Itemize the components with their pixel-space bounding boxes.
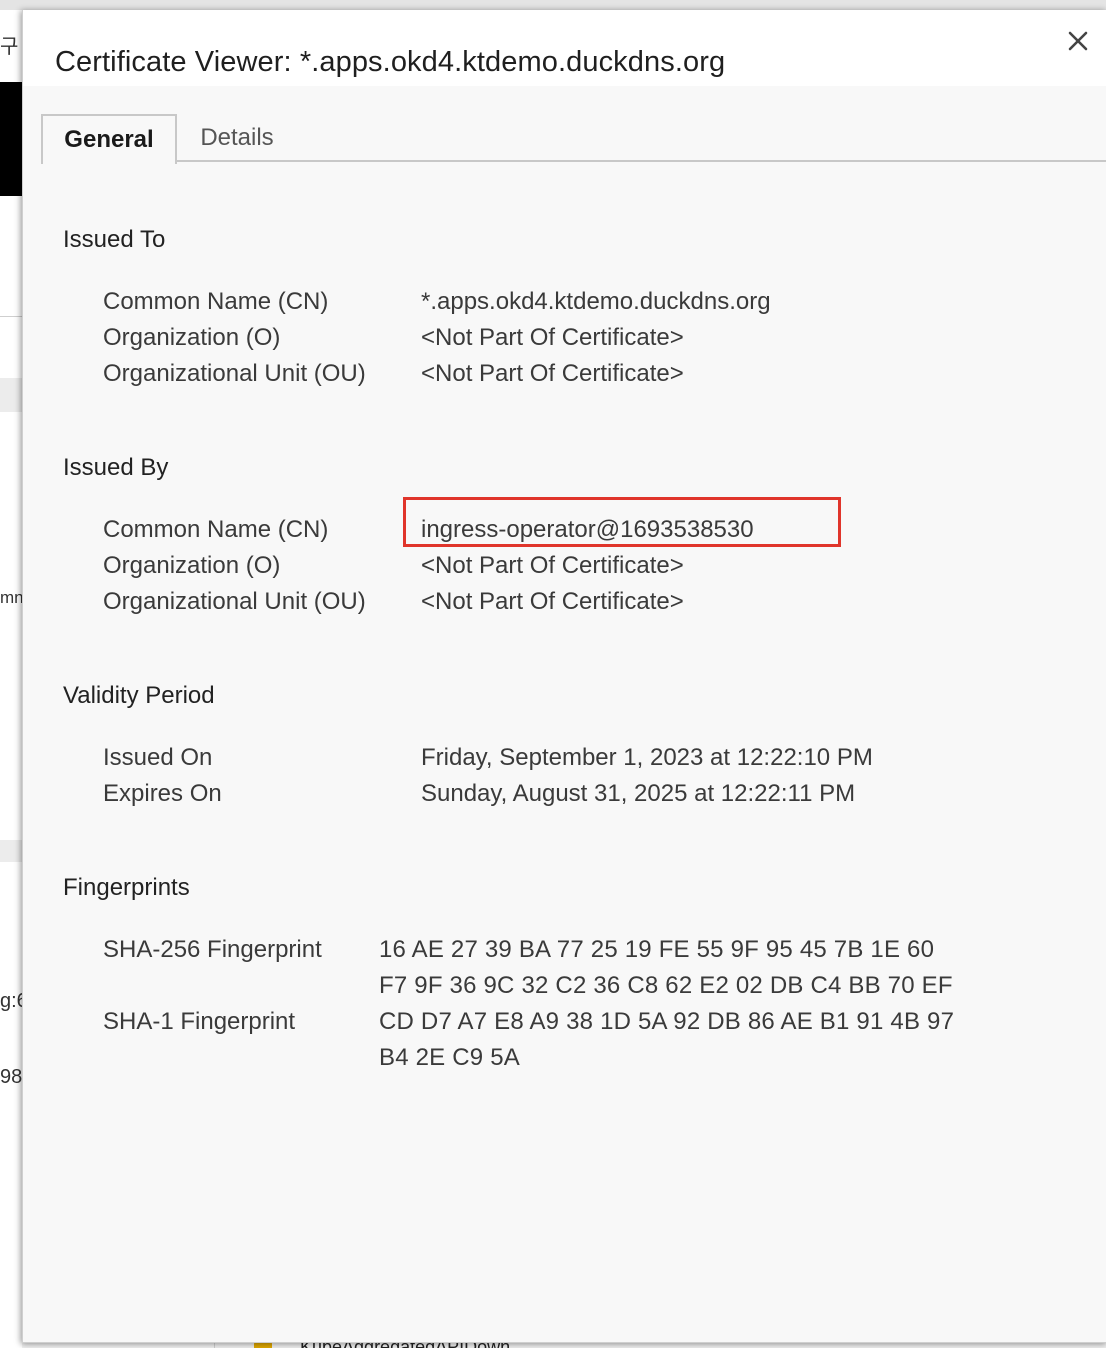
sha1-value-line1: CD D7 A7 E8 A9 38 1D 5A 92 DB 86 AE B1 9… — [379, 1008, 955, 1035]
issued-to-o-value: <Not Part Of Certificate> — [421, 324, 684, 351]
issued-by-o-label: Organization (O) — [103, 552, 281, 579]
sha1-value-line2: B4 2E C9 5A — [379, 1044, 520, 1071]
tab-details[interactable]: Details — [183, 114, 291, 162]
fingerprints-heading: Fingerprints — [63, 874, 190, 901]
issued-to-ou-label: Organizational Unit (OU) — [103, 360, 366, 387]
validity-heading: Validity Period — [63, 682, 215, 709]
issued-on-label: Issued On — [103, 744, 213, 771]
dialog-header: Certificate Viewer: *.apps.okd4.ktdemo.d… — [23, 10, 1106, 86]
issued-on-value: Friday, September 1, 2023 at 12:22:10 PM — [421, 744, 873, 771]
issued-to-ou-value: <Not Part Of Certificate> — [421, 360, 684, 387]
issued-by-cn-value: ingress-operator@1693538530 — [421, 516, 754, 543]
tab-general[interactable]: General — [41, 114, 177, 164]
expires-on-label: Expires On — [103, 780, 222, 807]
background-band — [0, 840, 22, 862]
issued-by-cn-label: Common Name (CN) — [103, 516, 329, 543]
background-text-fragment: mn — [0, 588, 22, 607]
issued-by-ou-value: <Not Part Of Certificate> — [421, 588, 684, 615]
sha1-label: SHA-1 Fingerprint — [103, 1008, 296, 1035]
expires-on-value: Sunday, August 31, 2025 at 12:22:11 PM — [421, 780, 856, 807]
background-text-fragment: 98 — [0, 1066, 22, 1088]
issued-to-heading: Issued To — [63, 226, 166, 253]
background-dark-panel — [0, 82, 22, 196]
background-topbar — [0, 0, 1106, 10]
dialog-title: Certificate Viewer: *.apps.okd4.ktdemo.d… — [55, 46, 726, 78]
sha256-value-line1: 16 AE 27 39 BA 77 25 19 FE 55 9F 95 45 7… — [379, 936, 935, 963]
issued-by-ou-label: Organizational Unit (OU) — [103, 588, 366, 615]
certificate-viewer-dialog: Certificate Viewer: *.apps.okd4.ktdemo.d… — [22, 10, 1106, 1343]
background-band — [0, 378, 22, 412]
background-text-fragment: g:6 — [0, 990, 22, 1012]
close-icon — [1068, 31, 1088, 51]
issued-to-cn-value: *.apps.okd4.ktdemo.duckdns.org — [421, 288, 771, 315]
sha256-label: SHA-256 Fingerprint — [103, 936, 322, 963]
issued-to-cn-label: Common Name (CN) — [103, 288, 329, 315]
background-divider — [0, 316, 22, 317]
issued-to-o-label: Organization (O) — [103, 324, 281, 351]
issued-by-o-value: <Not Part Of Certificate> — [421, 552, 684, 579]
tab-bar: General Details — [23, 114, 1106, 164]
issued-by-heading: Issued By — [63, 454, 169, 481]
background-text-fragment: 구 — [0, 36, 19, 58]
close-button[interactable] — [1063, 26, 1093, 56]
sha256-value-line2: F7 9F 36 9C 32 C2 36 C8 62 E2 02 DB C4 B… — [379, 972, 953, 999]
